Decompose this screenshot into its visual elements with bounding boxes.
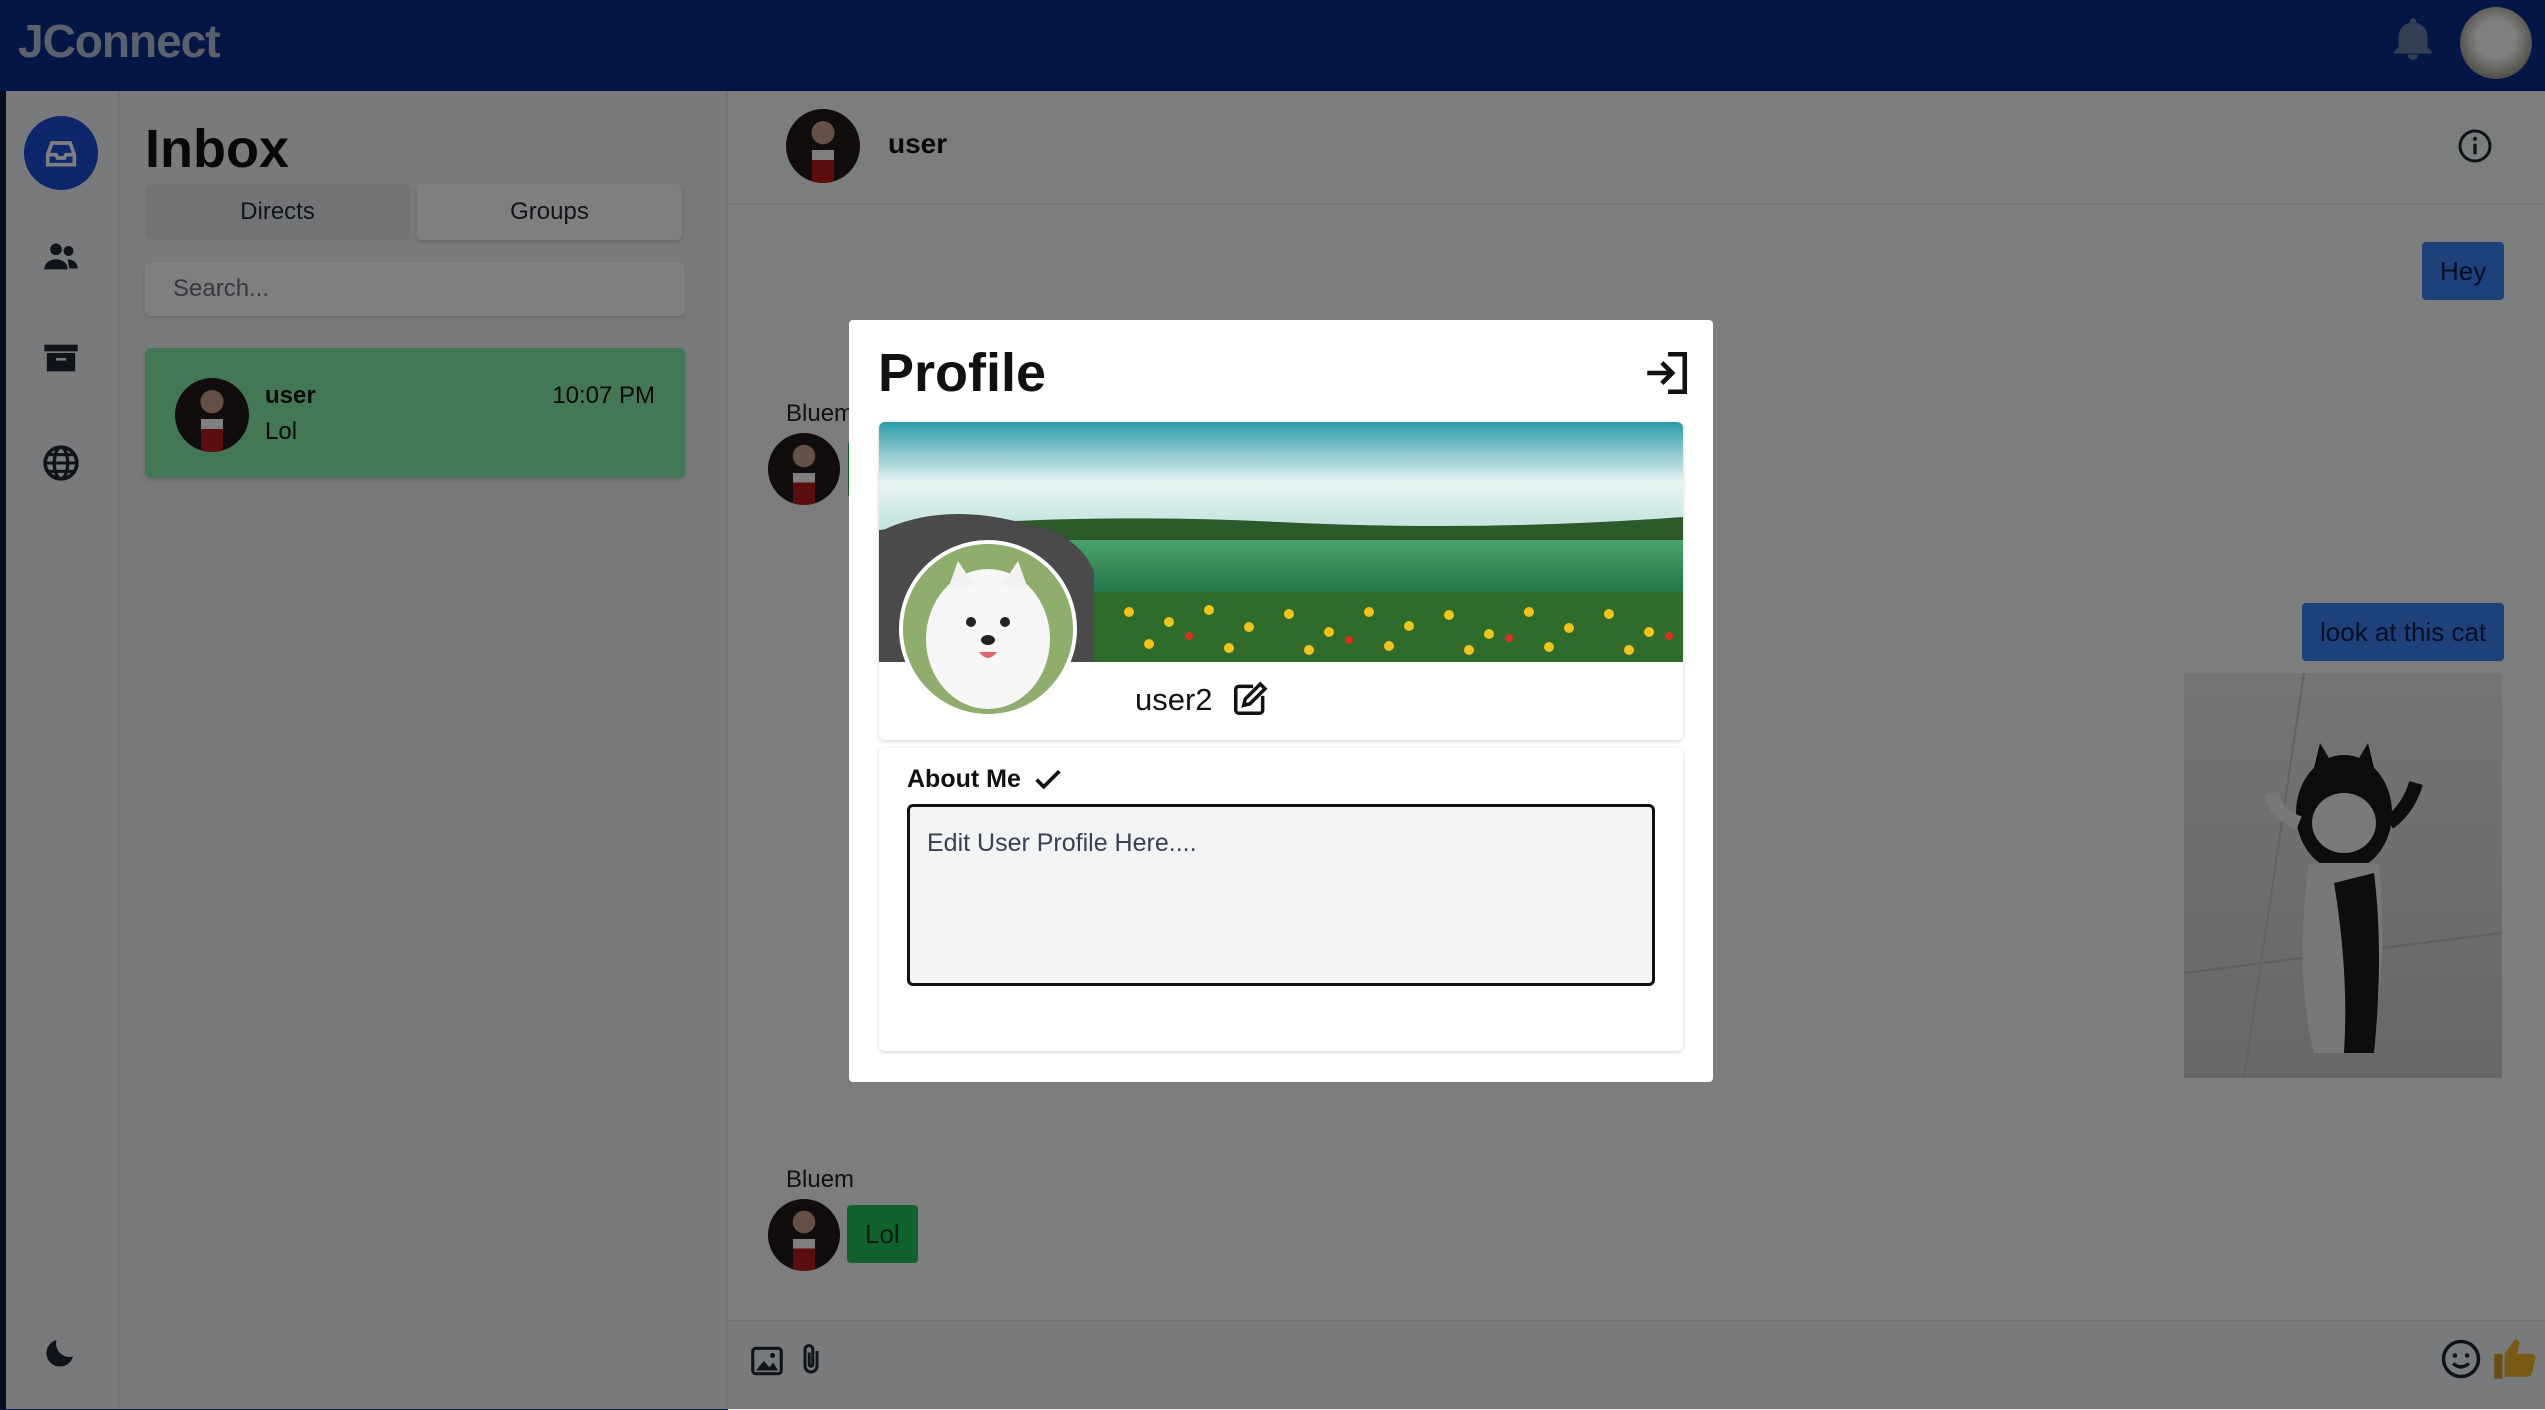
- about-me-textarea[interactable]: Edit User Profile Here....: [907, 804, 1655, 986]
- edit-username-icon[interactable]: [1231, 680, 1269, 718]
- check-icon[interactable]: [1031, 762, 1065, 796]
- about-me-label: About Me: [907, 765, 1021, 793]
- dog-photo: [903, 544, 1073, 714]
- exit-icon[interactable]: [1641, 348, 1691, 398]
- about-me-card: About Me Edit User Profile Here....: [879, 748, 1683, 1051]
- modal-title: Profile: [878, 343, 1047, 403]
- edit-icon[interactable]: [1907, 998, 1945, 1036]
- profile-modal: Profile user2 About Me Edit User Profile…: [849, 320, 1713, 1082]
- profile-card: user2: [879, 422, 1683, 740]
- profile-avatar[interactable]: [899, 540, 1077, 718]
- profile-username: user2: [1135, 682, 1213, 717]
